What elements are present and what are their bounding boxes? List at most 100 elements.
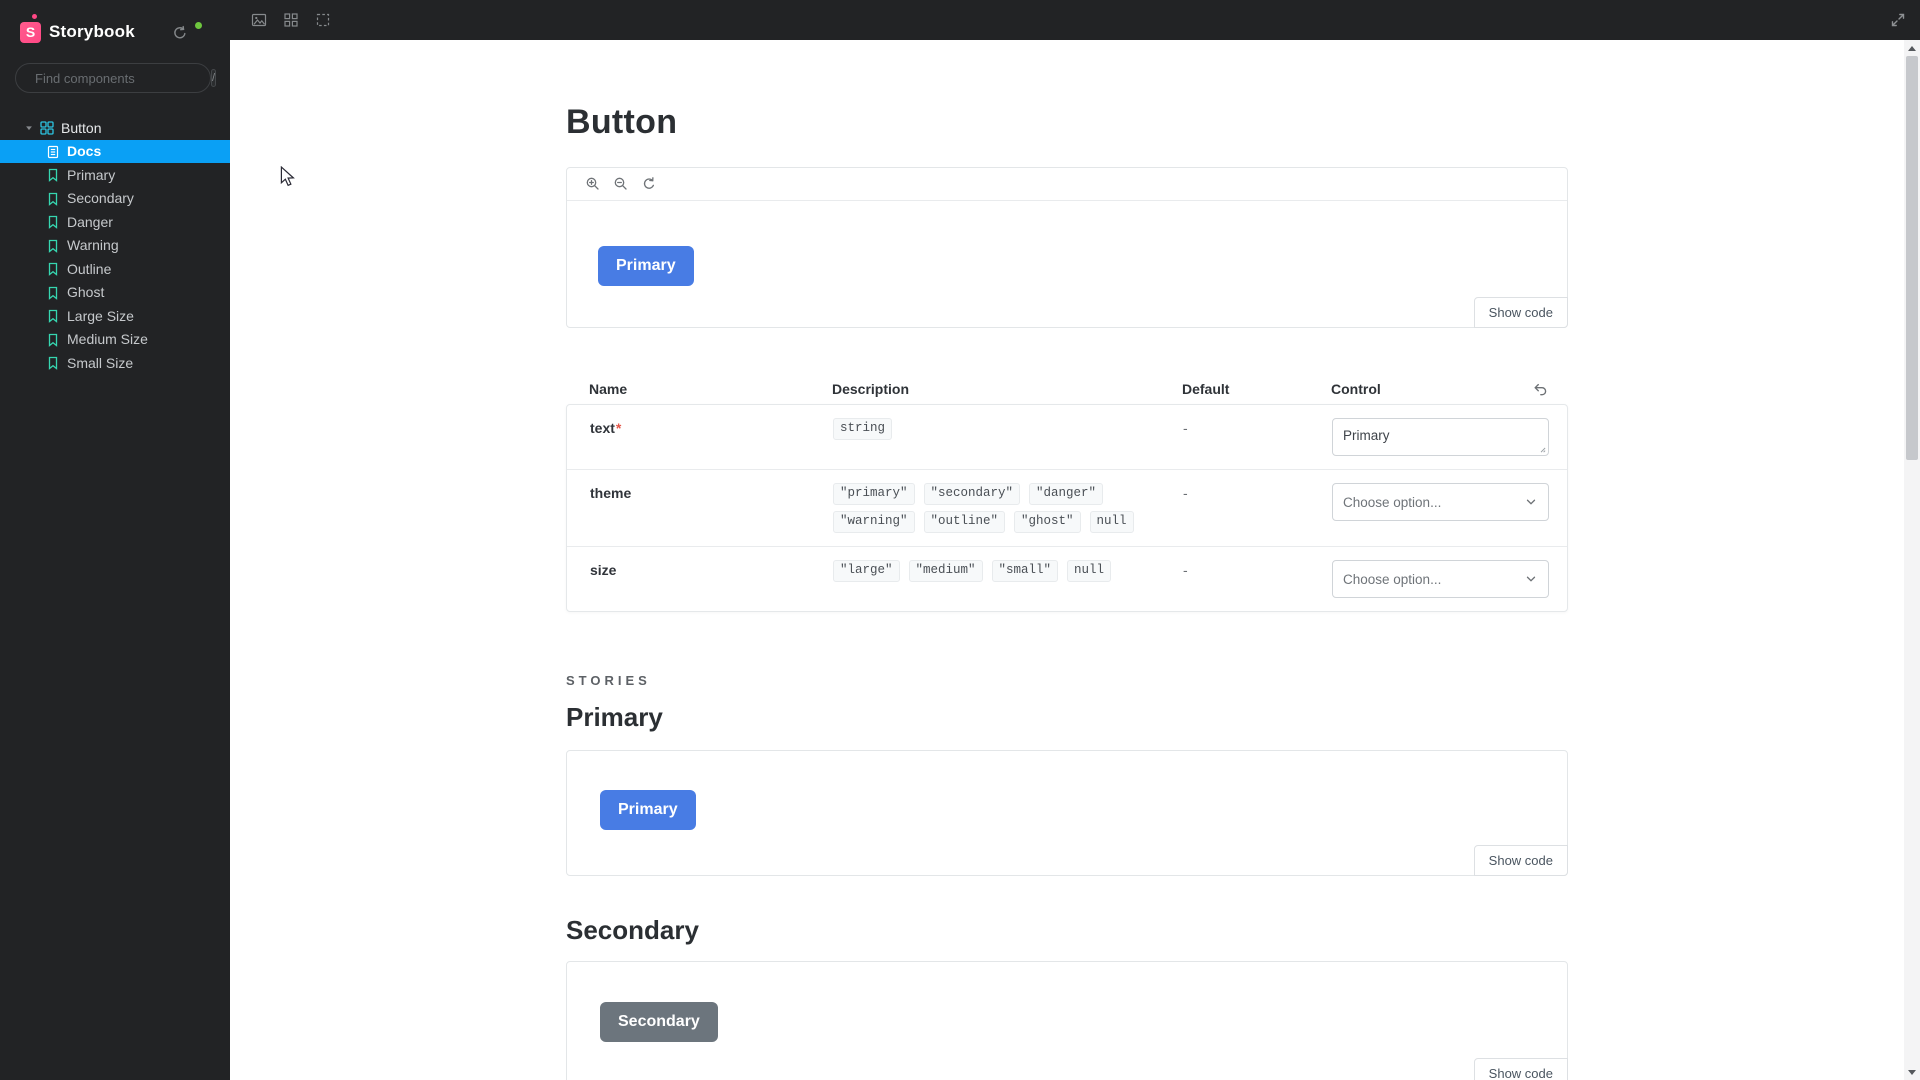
reset-controls-button[interactable] xyxy=(1532,378,1554,400)
bookmark-icon xyxy=(48,286,58,300)
canvas-toolbar xyxy=(230,0,1920,40)
sidebar-item-label: Docs xyxy=(67,143,102,160)
arg-default: - xyxy=(1183,420,1188,436)
fullscreen-button[interactable] xyxy=(1882,6,1914,34)
sidebar-item-primary[interactable]: Primary xyxy=(0,163,230,187)
sidebar-item-docs[interactable]: Docs xyxy=(0,139,230,163)
triangle-up-icon xyxy=(1908,45,1916,51)
arg-name: text* xyxy=(590,420,622,436)
primary-preview-panel: Primary Show code xyxy=(566,167,1568,328)
sidebar-item-label: Outline xyxy=(67,260,112,277)
type-badge: "primary" xyxy=(833,483,915,505)
type-badge: "ghost" xyxy=(1014,511,1081,533)
zoom-reset-button[interactable] xyxy=(635,172,663,196)
args-table-header: Name Description Default Control xyxy=(566,373,1568,404)
bookmark-icon xyxy=(48,216,58,230)
bookmark-icon xyxy=(48,263,58,277)
column-header-description: Description xyxy=(832,380,910,397)
scroll-down-button[interactable] xyxy=(1904,1064,1920,1080)
primary-story-panel: Primary Show code xyxy=(566,750,1568,876)
arg-description: "primary" "secondary" "danger" "warning" "o… xyxy=(833,483,1183,533)
show-code-button[interactable]: Show code xyxy=(1473,1058,1568,1080)
arg-description: string xyxy=(833,418,1183,456)
storybook-logo[interactable]: S xyxy=(20,22,41,43)
sidebar-item-button[interactable]: Button xyxy=(0,116,230,140)
sync-status-icon[interactable] xyxy=(172,22,202,45)
zoom-out-icon xyxy=(614,177,627,190)
arg-control: Choose option... xyxy=(1332,483,1569,533)
sidebar-item-outline[interactable]: Outline xyxy=(0,257,230,281)
secondary-story-panel: Secondary Show code xyxy=(566,961,1568,1080)
measure-button[interactable] xyxy=(307,6,339,34)
bookmark-icon xyxy=(48,357,58,371)
status-dot xyxy=(195,22,202,29)
show-code-button[interactable]: Show code xyxy=(1473,845,1568,876)
sidebar-item-ghost[interactable]: Ghost xyxy=(0,281,230,305)
triangle-down-icon xyxy=(1908,1069,1916,1075)
rendered-secondary-button[interactable]: Secondary xyxy=(600,1002,718,1042)
story-canvas: Secondary xyxy=(567,962,1567,1080)
sidebar: S Storybook / xyxy=(0,0,230,1080)
page-title: Button xyxy=(566,103,678,141)
sidebar-item-label: Large Size xyxy=(67,307,134,324)
type-badge: "medium" xyxy=(908,560,983,582)
backgrounds-button[interactable] xyxy=(243,6,275,34)
bookmark-icon xyxy=(48,239,58,253)
measure-icon xyxy=(316,13,330,27)
resize-handle-icon[interactable] xyxy=(1535,442,1547,454)
story-canvas: Primary xyxy=(567,751,1567,875)
args-row-theme: theme "primary" "secondary" "danger" "warn… xyxy=(567,469,1567,546)
docs-page: Button Primary Show code Name Descriptio… xyxy=(566,40,1568,1080)
rendered-primary-button[interactable]: Primary xyxy=(600,790,696,830)
sidebar-item-label: Button xyxy=(61,119,102,136)
story-heading-primary: Primary xyxy=(566,702,663,732)
sidebar-item-secondary[interactable]: Secondary xyxy=(0,187,230,211)
bookmark-icon xyxy=(48,310,58,324)
storybook-app: S Storybook / xyxy=(0,0,1920,1080)
text-arg-textarea[interactable]: Primary xyxy=(1332,418,1549,456)
sidebar-tree: Button Docs Primary Secondary Danger War… xyxy=(0,116,230,375)
column-header-name: Name xyxy=(589,380,628,397)
bookmark-icon xyxy=(48,333,58,347)
show-code-button[interactable]: Show code xyxy=(1473,297,1568,328)
grid-toggle-button[interactable] xyxy=(275,6,307,34)
size-arg-select[interactable]: Choose option... xyxy=(1332,560,1549,598)
theme-arg-select[interactable]: Choose option... xyxy=(1332,483,1549,521)
type-badge: null xyxy=(1089,511,1134,533)
scroll-up-button[interactable] xyxy=(1904,40,1920,56)
slash-shortcut-key: / xyxy=(211,69,217,87)
search-input[interactable] xyxy=(35,70,211,86)
chevron-down-icon xyxy=(1526,499,1536,505)
arg-name: theme xyxy=(590,485,632,501)
preview-zoom-toolbar xyxy=(567,168,1567,201)
sidebar-item-label: Primary xyxy=(67,166,116,183)
arg-control: Primary xyxy=(1332,418,1569,456)
type-badge: null xyxy=(1067,560,1112,582)
type-badge: "outline" xyxy=(923,511,1006,533)
zoom-reset-icon xyxy=(643,177,655,189)
zoom-in-button[interactable] xyxy=(579,172,607,196)
stories-section-label: STORIES xyxy=(566,673,651,688)
sidebar-item-large-size[interactable]: Large Size xyxy=(0,304,230,328)
sidebar-item-label: Medium Size xyxy=(67,331,148,348)
caret-down-icon xyxy=(26,126,32,130)
document-icon xyxy=(47,145,59,158)
story-heading-secondary: Secondary xyxy=(566,915,699,945)
brand-row: S Storybook xyxy=(20,14,216,48)
sidebar-item-small-size[interactable]: Small Size xyxy=(0,351,230,375)
column-header-default: Default xyxy=(1182,380,1230,397)
arg-control: Choose option... xyxy=(1332,560,1569,598)
sidebar-item-danger[interactable]: Danger xyxy=(0,210,230,234)
type-badge: string xyxy=(833,418,893,440)
brand-title: Storybook xyxy=(49,22,135,41)
arg-name: size xyxy=(590,562,617,578)
zoom-out-button[interactable] xyxy=(607,172,635,196)
sidebar-item-warning[interactable]: Warning xyxy=(0,234,230,258)
required-marker: * xyxy=(615,420,622,436)
type-badge: "danger" xyxy=(1029,483,1104,505)
sidebar-item-medium-size[interactable]: Medium Size xyxy=(0,328,230,352)
scrollbar-thumb[interactable] xyxy=(1906,56,1918,460)
rendered-primary-button[interactable]: Primary xyxy=(598,246,694,286)
logo-dot xyxy=(32,14,37,19)
search-box[interactable]: / xyxy=(15,63,217,93)
